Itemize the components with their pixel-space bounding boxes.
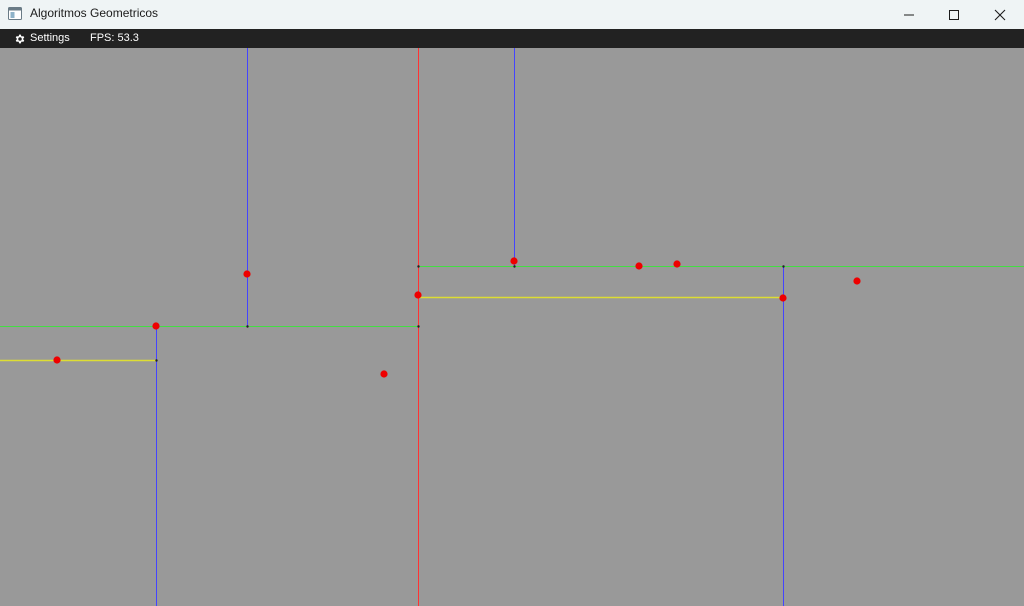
settings-menu[interactable]: Settings — [14, 31, 70, 46]
line-endpoint — [417, 265, 420, 268]
window-title: Algoritmos Geometricos — [30, 6, 159, 20]
point[interactable] — [380, 370, 388, 378]
point[interactable] — [635, 262, 643, 270]
point[interactable] — [152, 322, 160, 330]
settings-label: Settings — [30, 32, 70, 44]
gear-icon — [15, 34, 25, 43]
line-endpoint — [782, 265, 785, 268]
line-endpoint — [155, 359, 158, 362]
line-endpoint — [513, 265, 516, 268]
maximize-button[interactable] — [931, 0, 977, 29]
point[interactable] — [779, 294, 787, 302]
minimize-icon — [904, 14, 914, 15]
minimize-button[interactable] — [886, 0, 932, 29]
kd-tree-canvas[interactable] — [0, 48, 1024, 606]
point[interactable] — [510, 257, 518, 265]
kd-tree-drawing — [0, 48, 1024, 606]
point[interactable] — [414, 291, 422, 299]
line-endpoint — [417, 325, 420, 328]
menu-bar: Settings FPS: 53.3 — [0, 29, 1024, 48]
point[interactable] — [53, 356, 61, 364]
app-icon — [8, 7, 22, 20]
line-endpoint — [246, 325, 249, 328]
point[interactable] — [243, 270, 251, 278]
point[interactable] — [853, 277, 861, 285]
fps-counter: FPS: 53.3 — [90, 32, 139, 44]
maximize-icon — [949, 9, 959, 20]
app-window: Algoritmos Geometricos Settings FPS: 53.… — [0, 0, 1024, 606]
point[interactable] — [673, 260, 681, 268]
title-bar[interactable]: Algoritmos Geometricos — [0, 0, 1024, 29]
close-icon — [994, 9, 1006, 20]
close-button[interactable] — [977, 0, 1023, 29]
